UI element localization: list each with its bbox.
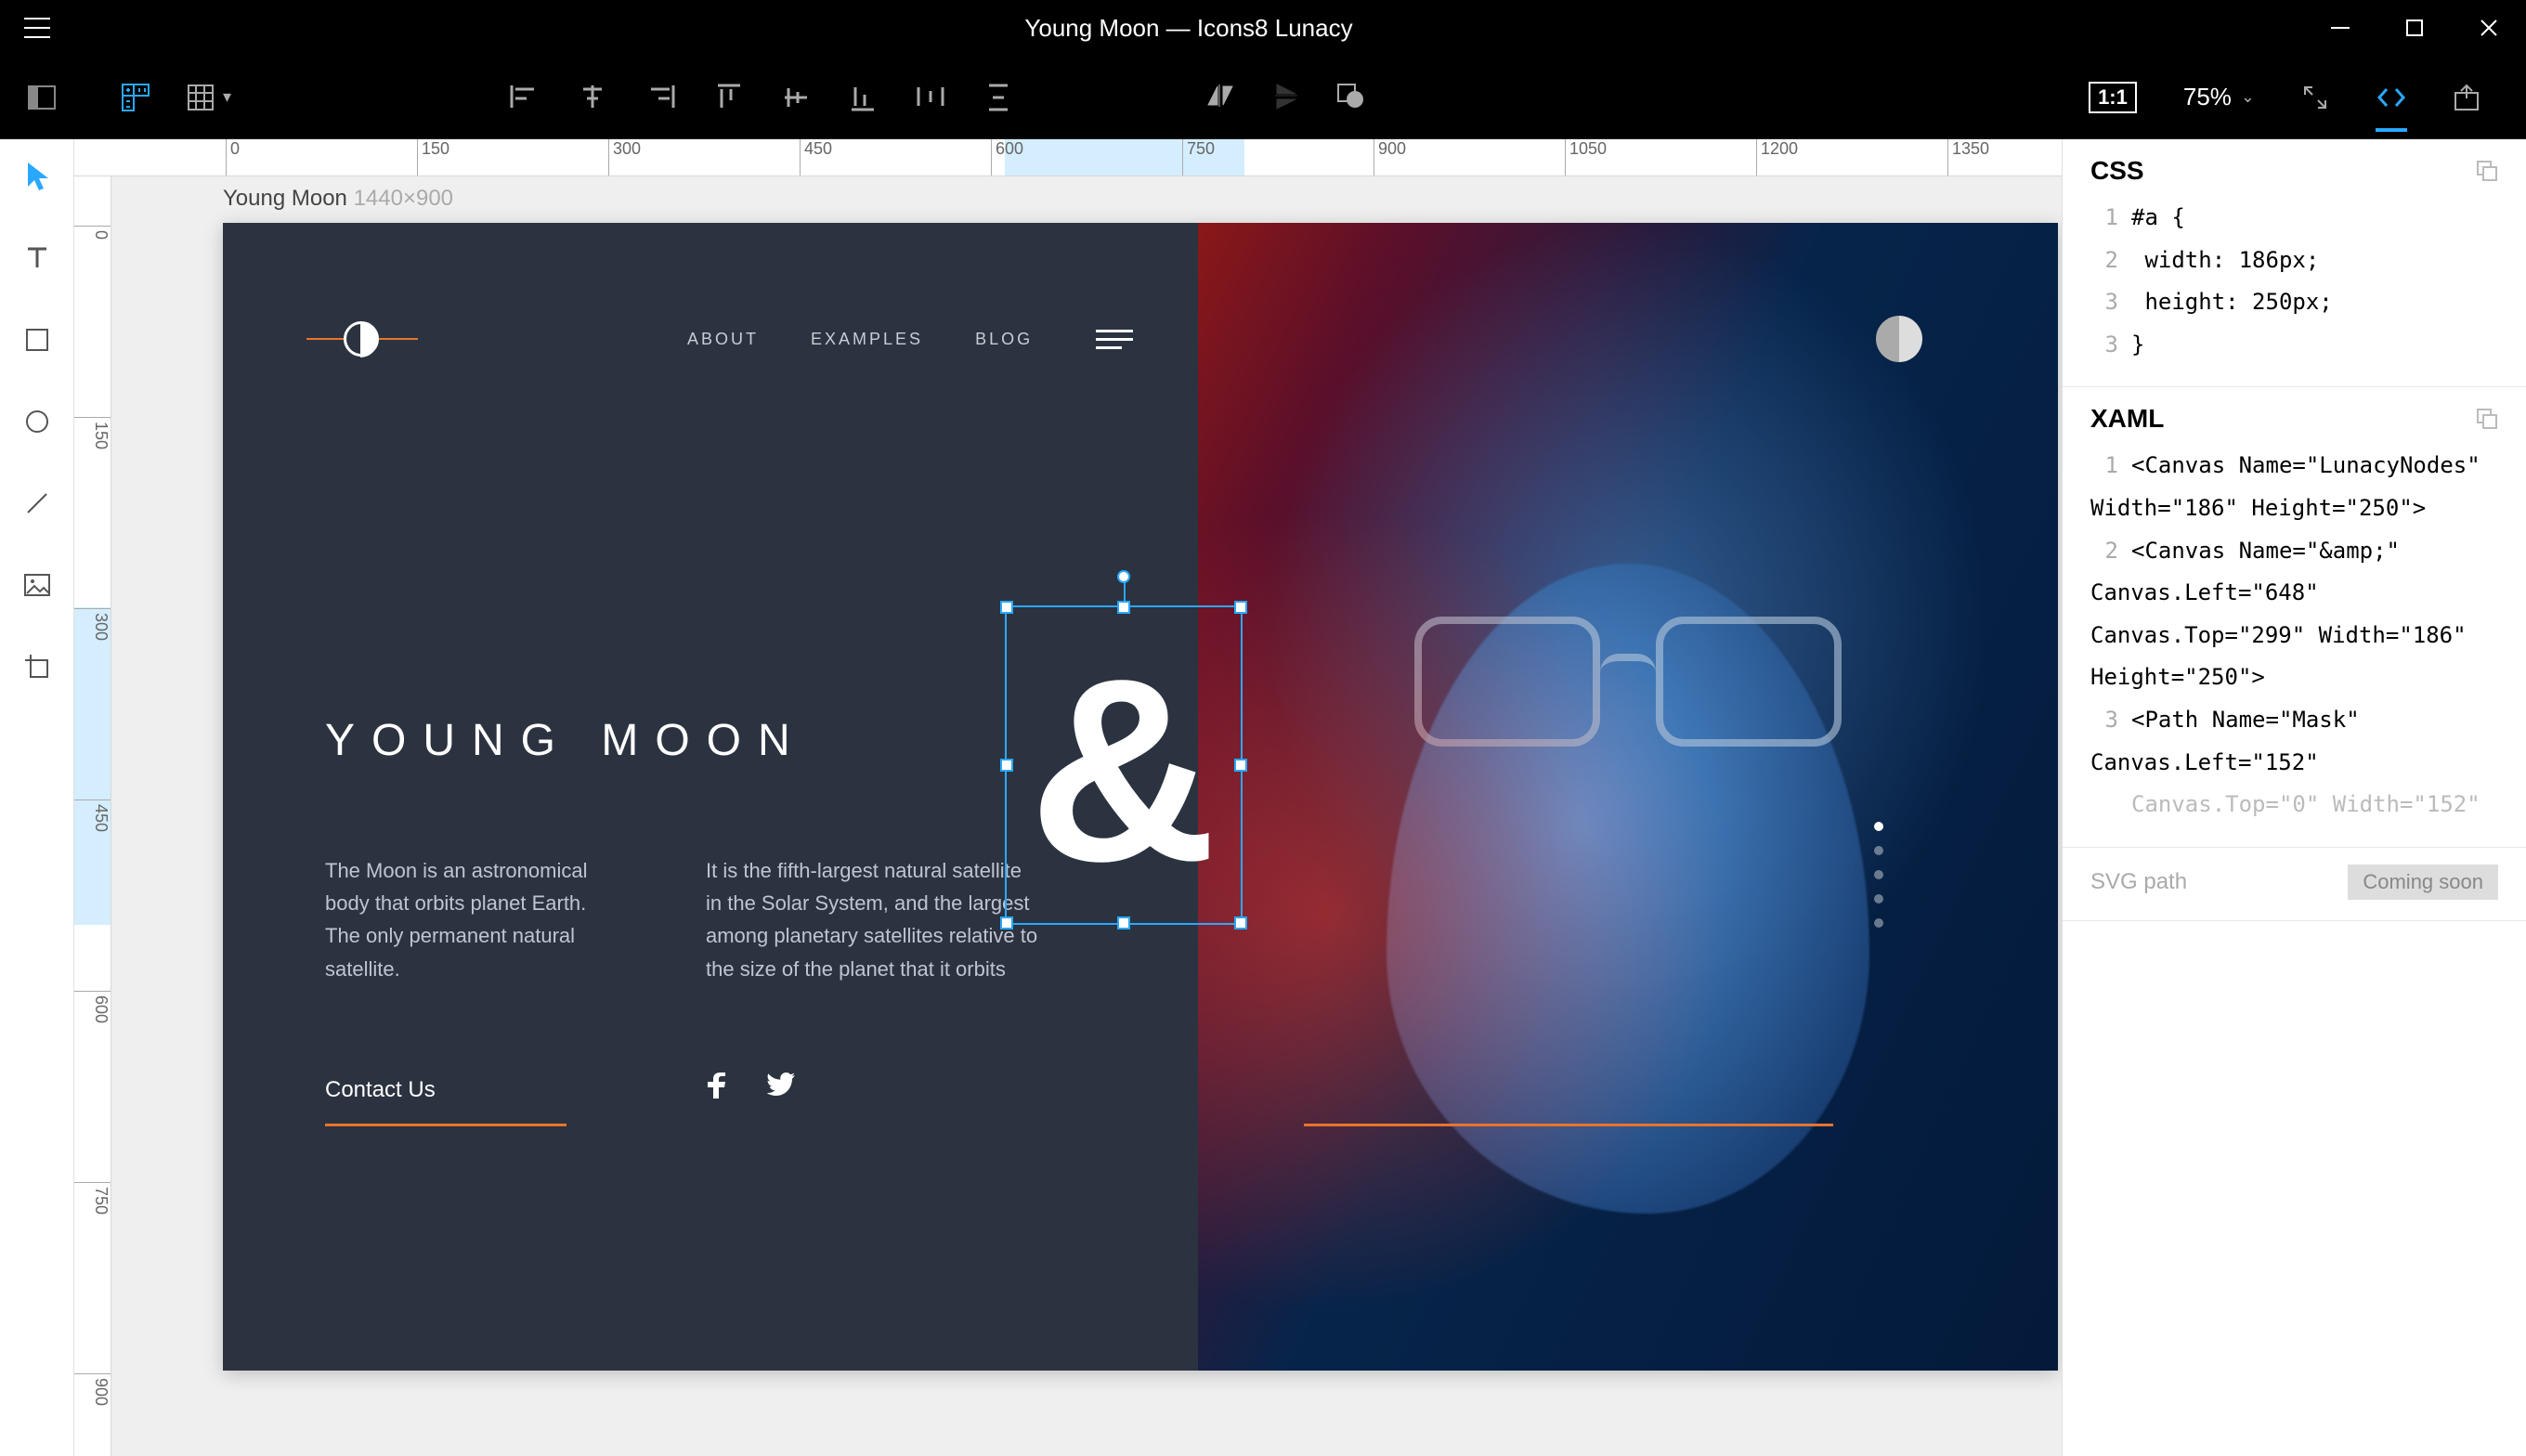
svg-path-section: SVG path Coming soon xyxy=(2063,848,2526,921)
moon-icon xyxy=(1876,316,1922,362)
align-right-icon[interactable] xyxy=(647,84,675,111)
facebook-icon[interactable] xyxy=(706,1072,726,1098)
ellipse-tool[interactable] xyxy=(19,403,56,440)
zoom-dropdown[interactable]: 75%⌄ xyxy=(2183,83,2255,111)
paragraph-1: The Moon is an astronomical body that or… xyxy=(325,854,622,985)
css-section: CSS 1#a { 2 width: 186px; 3 height: 250p… xyxy=(2063,139,2526,387)
nav-examples[interactable]: EXAMPLES xyxy=(811,330,923,349)
artboard-label[interactable]: Young Moon 1440×900 xyxy=(223,186,453,212)
copy-icon[interactable] xyxy=(2476,160,2498,182)
align-top-icon[interactable] xyxy=(716,84,742,111)
ruler-toggle-icon[interactable] xyxy=(121,83,150,112)
rotate-handle[interactable] xyxy=(1117,570,1130,583)
code-panel-icon[interactable] xyxy=(2376,85,2407,132)
maximize-button[interactable] xyxy=(2377,0,2452,56)
glasses-placeholder xyxy=(1414,617,1842,747)
underline-right xyxy=(1304,1124,1833,1126)
underline-left xyxy=(325,1124,566,1126)
css-title: CSS xyxy=(2090,156,2144,186)
code-panel: CSS 1#a { 2 width: 186px; 3 height: 250p… xyxy=(2062,139,2526,1456)
hero-image xyxy=(1198,223,2058,1371)
chevron-down-icon: ▾ xyxy=(223,87,231,107)
resize-handle-ml[interactable] xyxy=(1000,759,1013,772)
hero-heading: YOUNG MOON xyxy=(325,715,807,766)
twitter-icon[interactable] xyxy=(767,1072,795,1098)
vertical-ruler[interactable]: 0 150 300 450 600 750 900 xyxy=(74,176,111,1456)
align-bottom-icon[interactable] xyxy=(850,84,876,111)
toolbar: ▾ 1:1 75%⌄ xyxy=(0,56,2526,139)
window-title: Young Moon — Icons8 Lunacy xyxy=(74,14,2303,43)
menu-button[interactable] xyxy=(0,0,74,56)
selection-box[interactable] xyxy=(1005,605,1243,925)
site-nav: ABOUT EXAMPLES BLOG xyxy=(687,330,1033,349)
close-button[interactable] xyxy=(2452,0,2526,56)
mask-icon[interactable] xyxy=(1336,83,1364,112)
grid-toggle[interactable]: ▾ xyxy=(188,84,231,110)
rectangle-tool[interactable] xyxy=(19,321,56,358)
text-tool[interactable] xyxy=(19,240,56,277)
resize-handle-tl[interactable] xyxy=(1000,601,1013,614)
pagination-dots[interactable] xyxy=(1874,822,1883,928)
nav-blog[interactable]: BLOG xyxy=(975,330,1033,349)
svg-path-title: SVG path xyxy=(2090,869,2187,895)
align-center-h-icon[interactable] xyxy=(579,84,606,111)
artboard-tool[interactable] xyxy=(19,648,56,685)
copy-icon[interactable] xyxy=(2476,408,2498,430)
distribute-h-icon[interactable] xyxy=(917,84,944,111)
distribute-v-icon[interactable] xyxy=(985,84,1011,111)
resize-handle-mr[interactable] xyxy=(1234,759,1247,772)
css-code[interactable]: 1#a { 2 width: 186px; 3 height: 250px; 3… xyxy=(2090,197,2498,366)
nav-about[interactable]: ABOUT xyxy=(687,330,759,349)
line-tool[interactable] xyxy=(19,485,56,522)
paragraph-2: It is the fifth-largest natural satellit… xyxy=(706,854,1040,985)
resize-handle-tr[interactable] xyxy=(1234,601,1247,614)
align-left-icon[interactable] xyxy=(510,84,538,111)
resize-handle-tm[interactable] xyxy=(1117,601,1130,614)
select-tool[interactable] xyxy=(19,158,56,195)
contact-link[interactable]: Contact Us xyxy=(325,1077,436,1103)
face-placeholder xyxy=(1387,564,1869,1214)
align-center-v-icon[interactable] xyxy=(783,84,809,111)
tool-sidebar xyxy=(0,139,74,1456)
align-group xyxy=(510,84,1011,111)
xaml-code[interactable]: 1<Canvas Name="LunacyNodes" Width="186" … xyxy=(2090,445,2498,826)
minimize-button[interactable] xyxy=(2303,0,2377,56)
xaml-section: XAML 1<Canvas Name="LunacyNodes" Width="… xyxy=(2063,387,2526,847)
ruler-selection-v xyxy=(74,607,111,925)
canvas-area: 0 150 300 450 600 750 900 1050 1200 1350… xyxy=(74,139,2062,1456)
xaml-title: XAML xyxy=(2090,404,2164,434)
export-icon[interactable] xyxy=(2454,84,2480,111)
expand-icon[interactable] xyxy=(2301,84,2329,111)
resize-handle-br[interactable] xyxy=(1234,916,1247,930)
horizontal-ruler[interactable]: 0 150 300 450 600 750 900 1050 1200 1350 xyxy=(74,139,2062,176)
coming-soon-badge: Coming soon xyxy=(2348,864,2498,900)
titlebar: Young Moon — Icons8 Lunacy xyxy=(0,0,2526,56)
flip-group xyxy=(1206,83,1364,112)
hamburger-icon[interactable] xyxy=(1096,330,1133,349)
image-tool[interactable] xyxy=(19,566,56,604)
flip-horizontal-icon[interactable] xyxy=(1206,83,1236,112)
toggle-panel-icon[interactable] xyxy=(28,85,56,110)
flip-vertical-icon[interactable] xyxy=(1273,83,1299,112)
logo xyxy=(306,316,418,362)
social-icons xyxy=(706,1072,795,1098)
resize-handle-bm[interactable] xyxy=(1117,916,1130,930)
resize-handle-bl[interactable] xyxy=(1000,916,1013,930)
actual-size-button[interactable]: 1:1 xyxy=(2089,82,2137,113)
chevron-down-icon: ⌄ xyxy=(2241,87,2255,107)
canvas[interactable]: Young Moon 1440×900 xyxy=(111,176,2062,1456)
